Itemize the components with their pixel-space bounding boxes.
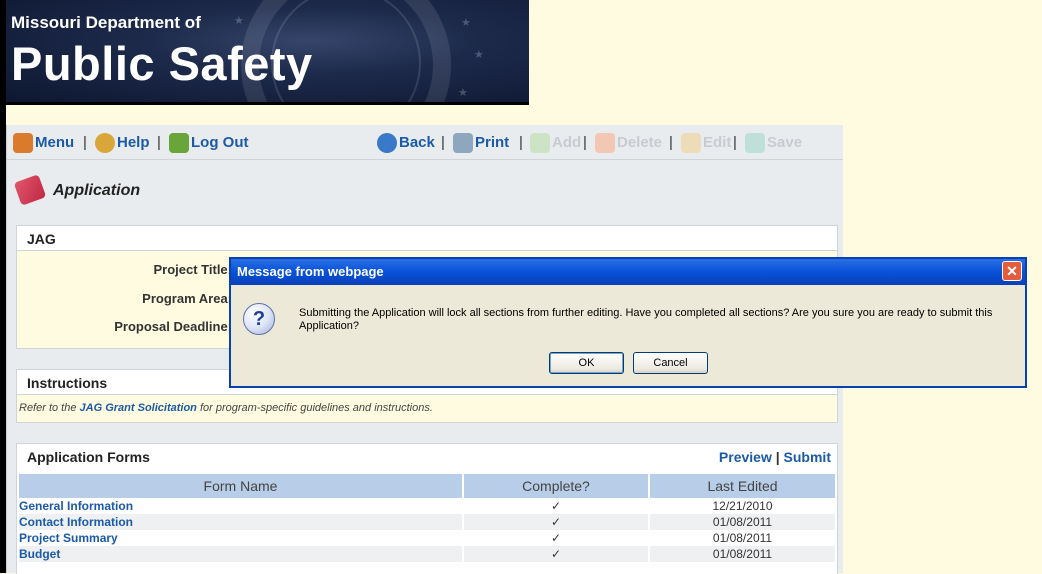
toolbar-separator: | bbox=[157, 134, 161, 151]
star-icon: ★ bbox=[234, 15, 244, 27]
page-title: Application bbox=[53, 182, 141, 199]
forms-table: Form Name Complete? Last Edited General … bbox=[17, 474, 837, 562]
complete-check-icon: ✓ bbox=[550, 499, 562, 513]
logout-icon[interactable] bbox=[169, 133, 189, 153]
banner-underline bbox=[6, 102, 529, 105]
menu-icon[interactable] bbox=[13, 133, 33, 153]
column-header-last-edited: Last Edited bbox=[650, 474, 835, 498]
delete-link: Delete bbox=[617, 134, 663, 151]
instructions-text: Refer to the JAG Grant Solicitation for … bbox=[19, 402, 433, 414]
form-name-link[interactable]: Project Summary bbox=[19, 530, 462, 546]
forms-actions: Preview | Submit bbox=[719, 449, 831, 465]
menu-link[interactable]: Menu bbox=[35, 134, 74, 151]
dialog-titlebar[interactable]: Message from webpage ✕ bbox=[231, 259, 1025, 285]
program-area-label: Program Area: bbox=[142, 291, 232, 306]
complete-check-icon: ✓ bbox=[464, 546, 648, 562]
question-icon: ? bbox=[243, 303, 275, 335]
complete-check-icon: ✓ bbox=[550, 531, 562, 545]
cancel-button[interactable]: Cancel bbox=[633, 352, 708, 374]
toolbar: Menu | Help | Log Out Back | Print | Add… bbox=[7, 129, 843, 160]
instructions-text-before: Refer to the bbox=[19, 402, 80, 414]
back-link[interactable]: Back bbox=[399, 134, 435, 151]
edit-icon bbox=[681, 133, 701, 153]
ok-button[interactable]: OK bbox=[549, 352, 624, 374]
table-row: General Information ✓ 12/21/2010 bbox=[19, 498, 835, 514]
application-forms-heading: Application Forms Preview | Submit bbox=[17, 444, 837, 469]
forms-actions-separator: | bbox=[775, 449, 780, 465]
print-link[interactable]: Print bbox=[475, 134, 509, 151]
column-header-complete: Complete? bbox=[464, 474, 648, 498]
table-row: Budget ✓ 01/08/2011 bbox=[19, 546, 835, 562]
site-title: Public Safety bbox=[11, 37, 313, 90]
print-icon[interactable] bbox=[453, 133, 473, 153]
complete-check-icon: ✓ bbox=[464, 514, 648, 530]
help-link[interactable]: Help bbox=[117, 134, 150, 151]
toolbar-separator: | bbox=[83, 134, 87, 151]
department-name: Missouri Department of bbox=[11, 13, 201, 32]
confirm-dialog: Message from webpage ✕ ? Submitting the … bbox=[229, 257, 1027, 388]
site-banner: ★ ★ ★ ★ Missouri Department of Public Sa… bbox=[6, 0, 529, 102]
save-icon bbox=[745, 133, 765, 153]
save-link: Save bbox=[767, 134, 803, 151]
star-icon: ★ bbox=[474, 49, 484, 61]
dialog-title: Message from webpage bbox=[237, 264, 384, 279]
application-icon bbox=[13, 174, 47, 206]
add-icon bbox=[530, 133, 550, 153]
toolbar-separator: | bbox=[441, 134, 445, 151]
proposal-deadline-label: Proposal Deadline: bbox=[114, 319, 232, 334]
last-edited-date: 01/08/2011 bbox=[650, 546, 835, 562]
application-forms-title: Application Forms bbox=[27, 449, 150, 465]
add-link: Add bbox=[552, 134, 582, 151]
last-edited-date: 01/08/2011 bbox=[650, 514, 835, 530]
preview-link[interactable]: Preview bbox=[719, 449, 772, 465]
help-icon[interactable] bbox=[95, 133, 115, 153]
form-name-link[interactable]: Contact Information bbox=[19, 514, 462, 530]
star-icon: ★ bbox=[461, 17, 471, 29]
form-name-link[interactable]: Budget bbox=[19, 546, 462, 562]
toolbar-separator: | bbox=[519, 134, 523, 151]
back-arrow-icon[interactable] bbox=[377, 133, 397, 153]
dialog-message: Submitting the Application will lock all… bbox=[299, 307, 993, 332]
column-header-form-name: Form Name bbox=[19, 474, 462, 498]
delete-icon bbox=[595, 133, 615, 153]
edit-link: Edit bbox=[703, 134, 732, 151]
form-name-link[interactable]: General Information bbox=[19, 498, 462, 514]
jag-heading: JAG bbox=[17, 226, 837, 251]
table-row: Project Summary ✓ 01/08/2011 bbox=[19, 530, 835, 546]
project-title-label: Project Title: bbox=[153, 262, 232, 277]
instructions-text-after: for program-specific guidelines and inst… bbox=[196, 402, 433, 414]
star-icon: ★ bbox=[458, 87, 468, 99]
toolbar-separator: | bbox=[733, 134, 737, 151]
table-row: Contact Information ✓ 01/08/2011 bbox=[19, 514, 835, 530]
toolbar-separator: | bbox=[583, 134, 587, 151]
logout-link[interactable]: Log Out bbox=[191, 134, 248, 151]
application-forms-section: Application Forms Preview | Submit Form … bbox=[16, 443, 838, 574]
last-edited-date: 01/08/2011 bbox=[712, 531, 773, 545]
close-icon[interactable]: ✕ bbox=[1002, 261, 1022, 281]
jag-grant-solicitation-link[interactable]: JAG Grant Solicitation bbox=[80, 402, 197, 414]
last-edited-date: 12/21/2010 bbox=[712, 499, 773, 513]
submit-link[interactable]: Submit bbox=[784, 449, 831, 465]
toolbar-separator: | bbox=[669, 134, 673, 151]
